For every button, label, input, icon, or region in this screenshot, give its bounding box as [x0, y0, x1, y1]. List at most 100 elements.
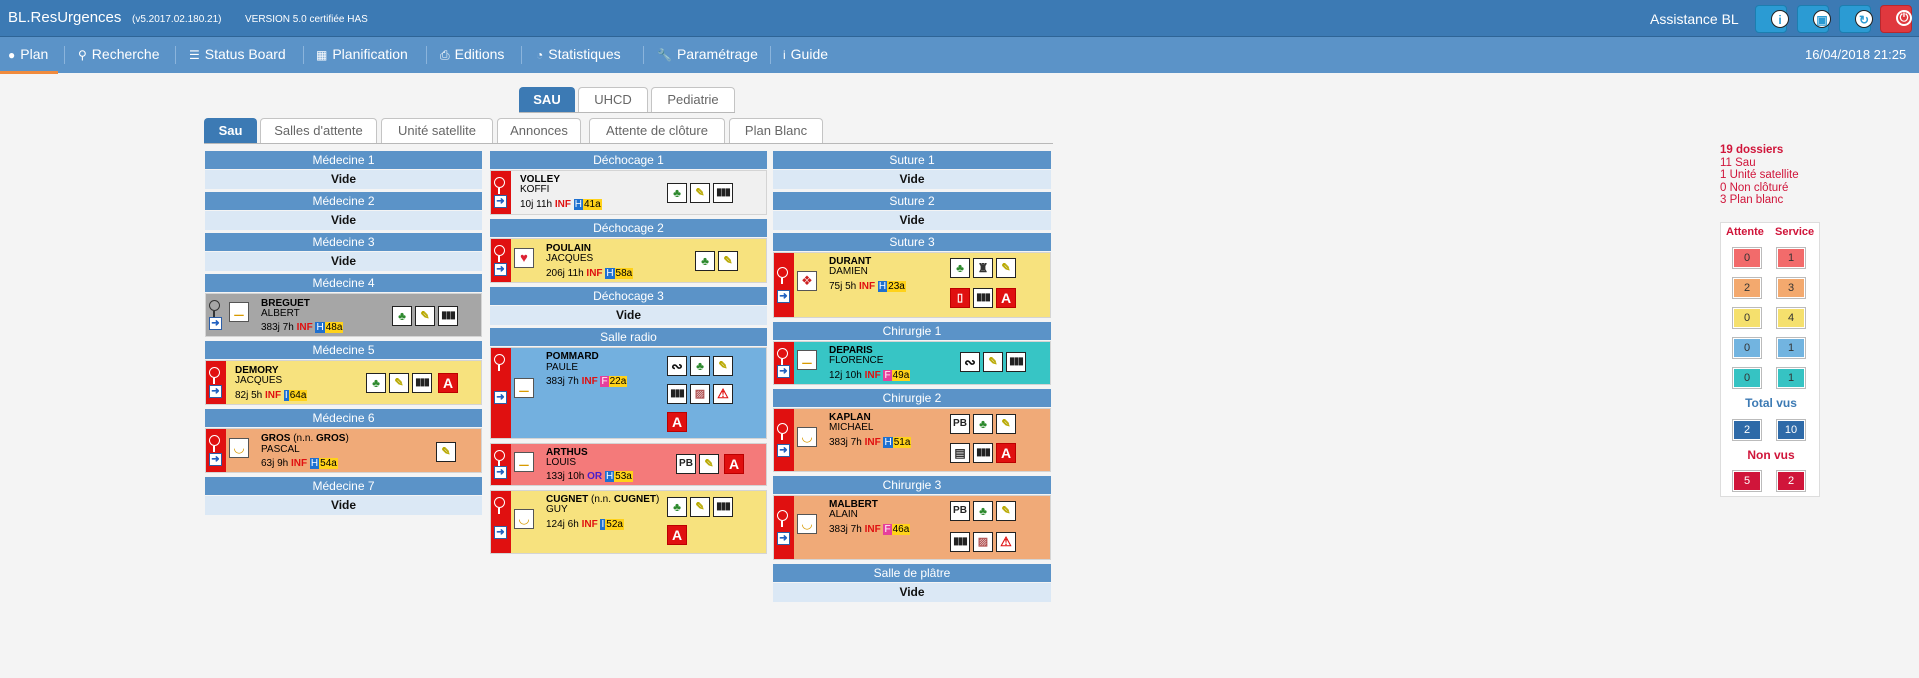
pb-icon[interactable]: PB: [950, 501, 970, 521]
test-tube-icon[interactable]: ✎: [415, 306, 435, 326]
info-button[interactable]: i: [1755, 5, 1789, 33]
transfer-icon[interactable]: ➜: [209, 385, 222, 398]
tab-attente-cloture[interactable]: Attente de clôture: [589, 118, 725, 143]
transfer-icon[interactable]: ➜: [494, 195, 507, 208]
trefle-icon[interactable]: ♣: [973, 414, 993, 434]
transfer-icon[interactable]: ➜: [777, 532, 790, 545]
trefle-icon[interactable]: ♣: [973, 501, 993, 521]
test-tube-icon[interactable]: ✎: [699, 454, 719, 474]
iv-bag-icon[interactable]: ▯: [950, 288, 970, 308]
tubes-icon[interactable]: ▮▮▮: [1006, 352, 1026, 372]
transfer-icon[interactable]: ➜: [209, 317, 222, 330]
stat-total-dossiers[interactable]: 19 dossiers: [1720, 144, 1820, 157]
level-attente[interactable]: 2: [1733, 278, 1761, 298]
doctor-icon[interactable]: ♜: [973, 258, 993, 278]
transfer-icon[interactable]: ➜: [209, 453, 222, 466]
level-attente[interactable]: 0: [1733, 368, 1761, 388]
tab-pediatrie[interactable]: Pediatrie: [651, 87, 735, 112]
alert-a-icon[interactable]: A: [724, 454, 744, 474]
tab-uhcd[interactable]: UHCD: [578, 87, 648, 112]
patient-card[interactable]: ➜ ◡ GROS (n.n. GROS) PASCAL 63j 9h INF H…: [205, 428, 482, 473]
tab-unite-satellite[interactable]: Unité satellite: [381, 118, 493, 143]
trefle-icon[interactable]: ♣: [667, 183, 687, 203]
level-attente[interactable]: 0: [1733, 338, 1761, 358]
trefle-icon[interactable]: ♣: [366, 373, 386, 393]
nav-editions[interactable]: ⎙ Editions: [440, 46, 504, 63]
tubes-icon[interactable]: ▮▮▮: [713, 183, 733, 203]
nav-parametrage[interactable]: 🔧 Paramétrage: [657, 46, 758, 62]
test-tube-icon[interactable]: ✎: [690, 497, 710, 517]
xray-icon[interactable]: ▨: [690, 384, 710, 404]
transfer-icon[interactable]: ➜: [494, 391, 507, 404]
alert-a-icon[interactable]: A: [996, 443, 1016, 463]
power-button[interactable]: ⏻: [1880, 5, 1912, 33]
patient-card[interactable]: ➜ ⚊ BREGUET ALBERT 383j 7h INF H 48a ♣ ✎ …: [205, 293, 482, 337]
tab-sau-sub[interactable]: Sau: [204, 118, 257, 143]
nav-planification[interactable]: ▦ Planification: [316, 46, 408, 62]
nav-recherche[interactable]: ⚲ Recherche: [78, 46, 160, 62]
level-service[interactable]: 1: [1777, 338, 1805, 358]
patient-card[interactable]: ➜ VOLLEY KOFFI 10j 11h INF H 41a ♣ ✎ ▮▮▮: [490, 170, 767, 215]
test-tube-icon[interactable]: ✎: [996, 501, 1016, 521]
patient-card[interactable]: ➜ DEMORY JACQUES 82j 5h INF I 64a ♣ ✎ ▮▮▮…: [205, 360, 482, 405]
patient-card[interactable]: ➜ ❖ DURANT DAMIEN 75j 5h INF H 23a ♣ ♜ ✎ …: [773, 252, 1051, 318]
total-vus-service[interactable]: 10: [1777, 420, 1805, 440]
test-tube-icon[interactable]: ✎: [996, 414, 1016, 434]
xray-icon[interactable]: ▨: [973, 532, 993, 552]
level-attente[interactable]: 0: [1733, 308, 1761, 328]
alert-a-icon[interactable]: A: [667, 412, 687, 432]
alert-a-icon[interactable]: A: [667, 525, 687, 545]
non-vus-service[interactable]: 2: [1777, 471, 1805, 491]
warning-icon[interactable]: ⚠: [996, 532, 1016, 552]
tab-plan-blanc[interactable]: Plan Blanc: [729, 118, 823, 143]
transfer-icon[interactable]: ➜: [777, 290, 790, 303]
clipboard-icon[interactable]: ▤: [950, 443, 970, 463]
tab-sau[interactable]: SAU: [519, 87, 575, 112]
trefle-icon[interactable]: ♣: [690, 356, 710, 376]
stat-plan-blanc[interactable]: 3 Plan blanc: [1720, 194, 1820, 207]
transfer-icon[interactable]: ➜: [777, 365, 790, 378]
test-tube-icon[interactable]: ✎: [436, 442, 456, 462]
trefle-icon[interactable]: ♣: [667, 497, 687, 517]
tubes-icon[interactable]: ▮▮▮: [412, 373, 432, 393]
patient-card[interactable]: ➜ ◡ CUGNET (n.n. CUGNET) GUY 124j 6h INF…: [490, 490, 767, 554]
nav-guide[interactable]: i Guide: [783, 46, 828, 62]
patient-card[interactable]: ➜ ⚊ DEPARIS FLORENCE 12j 10h INF F 49a ∾ …: [773, 341, 1051, 385]
tubes-icon[interactable]: ▮▮▮: [667, 384, 687, 404]
stat-sau[interactable]: 11 Sau: [1720, 157, 1820, 170]
test-tube-icon[interactable]: ✎: [690, 183, 710, 203]
transfer-icon[interactable]: ➜: [494, 526, 507, 539]
tab-annonces[interactable]: Annonces: [497, 118, 581, 143]
tubes-icon[interactable]: ▮▮▮: [973, 443, 993, 463]
refresh-button[interactable]: ↻: [1839, 5, 1873, 33]
nav-status-board[interactable]: ☰ Status Board: [189, 46, 286, 62]
level-service[interactable]: 1: [1777, 368, 1805, 388]
patient-card[interactable]: ➜ ◡ KAPLAN MICHAEL 383j 7h INF H 51a PB ♣…: [773, 408, 1051, 472]
transfer-icon[interactable]: ➜: [777, 444, 790, 457]
trefle-icon[interactable]: ♣: [392, 306, 412, 326]
user-name[interactable]: Assistance BL: [1650, 11, 1739, 27]
level-attente[interactable]: 0: [1733, 248, 1761, 268]
nav-plan[interactable]: ● Plan: [8, 46, 48, 62]
trefle-icon[interactable]: ♣: [695, 251, 715, 271]
nav-statistiques[interactable]: ◔ Statistiques: [536, 46, 621, 62]
level-service[interactable]: 3: [1777, 278, 1805, 298]
nausea-icon[interactable]: ∾: [960, 352, 980, 372]
test-tube-icon[interactable]: ✎: [983, 352, 1003, 372]
test-tube-icon[interactable]: ✎: [389, 373, 409, 393]
non-vus-attente[interactable]: 5: [1733, 471, 1761, 491]
test-tube-icon[interactable]: ✎: [718, 251, 738, 271]
pb-icon[interactable]: PB: [950, 414, 970, 434]
patient-card[interactable]: ➜ ◡ MALBERT ALAIN 383j 7h INF F 46a PB ♣ …: [773, 495, 1051, 560]
stat-unite-satellite[interactable]: 1 Unité satellite: [1720, 169, 1820, 182]
level-service[interactable]: 4: [1777, 308, 1805, 328]
tubes-icon[interactable]: ▮▮▮: [713, 497, 733, 517]
patient-card[interactable]: ➜ ♥ POULAIN JACQUES 206j 11h INF H 58a ♣ …: [490, 238, 767, 283]
transfer-icon[interactable]: ➜: [494, 263, 507, 276]
test-tube-icon[interactable]: ✎: [996, 258, 1016, 278]
level-service[interactable]: 1: [1777, 248, 1805, 268]
lock-button[interactable]: ▣: [1797, 5, 1831, 33]
stat-non-cloture[interactable]: 0 Non clôturé: [1720, 182, 1820, 195]
test-tube-icon[interactable]: ✎: [713, 356, 733, 376]
patient-card[interactable]: ➜ ⚊ ARTHUS LOUIS 133j 10h OR H 53a PB ✎ A: [490, 443, 767, 486]
